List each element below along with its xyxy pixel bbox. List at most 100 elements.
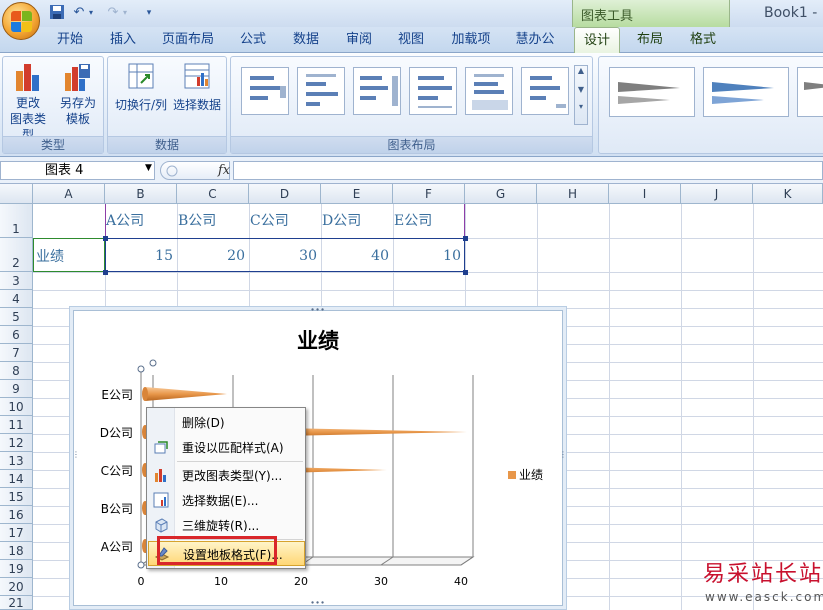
chart-resize-handle[interactable]: ∙∙∙ bbox=[310, 598, 325, 607]
3d-rotation-icon bbox=[153, 517, 169, 533]
chevron-down-icon[interactable]: ▼ bbox=[575, 85, 587, 94]
column-header-e[interactable]: E bbox=[321, 184, 393, 204]
row-header-10[interactable]: 10 bbox=[0, 398, 33, 416]
row-header-4[interactable]: 4 bbox=[0, 290, 33, 308]
select-data-button[interactable]: 选择数据 bbox=[170, 61, 224, 133]
tab-review[interactable]: 审阅 bbox=[336, 27, 382, 53]
row-header-11[interactable]: 11 bbox=[0, 416, 33, 434]
highlight-annotation-box bbox=[157, 536, 277, 565]
column-header-c[interactable]: C bbox=[177, 184, 249, 204]
chart-resize-handle[interactable]: ⋮ bbox=[559, 450, 567, 459]
row-header-15[interactable]: 15 bbox=[0, 488, 33, 506]
chart-style-thumbnail[interactable] bbox=[703, 67, 789, 117]
chart-tick-label: 30 bbox=[374, 575, 388, 588]
chevron-up-icon[interactable]: ▲ bbox=[575, 66, 587, 75]
row-header-8[interactable]: 8 bbox=[0, 362, 33, 380]
tab-chart-format[interactable]: 格式 bbox=[680, 27, 726, 53]
tab-huibangong[interactable]: 慧办公 bbox=[506, 27, 564, 53]
column-header-a[interactable]: A bbox=[33, 184, 105, 204]
more-icon[interactable]: ▾ bbox=[575, 102, 587, 111]
row-header-1[interactable]: 1 bbox=[0, 204, 33, 238]
tab-chart-layout[interactable]: 布局 bbox=[627, 27, 673, 53]
chart-style-thumbnail[interactable] bbox=[609, 67, 695, 117]
select-data-icon bbox=[184, 63, 210, 89]
tab-page-layout[interactable]: 页面布局 bbox=[152, 27, 224, 53]
undo-dropdown-icon[interactable]: ▾ bbox=[86, 4, 96, 22]
column-header-j[interactable]: J bbox=[681, 184, 753, 204]
row-header-2[interactable]: 2 bbox=[0, 238, 33, 272]
column-header-b[interactable]: B bbox=[105, 184, 177, 204]
change-chart-type-button[interactable]: 更改 图表类型 bbox=[5, 61, 51, 142]
tab-view[interactable]: 视图 bbox=[388, 27, 434, 53]
tab-data[interactable]: 数据 bbox=[283, 27, 329, 53]
chart-resize-handle[interactable]: ⋮ bbox=[72, 450, 80, 459]
select-all-corner[interactable] bbox=[0, 184, 33, 204]
row-header-9[interactable]: 9 bbox=[0, 380, 33, 398]
row-header-17[interactable]: 17 bbox=[0, 524, 33, 542]
menu-item-delete[interactable]: 删除(D) bbox=[148, 410, 305, 435]
name-box[interactable]: 图表 4 bbox=[0, 161, 155, 180]
row-header-13[interactable]: 13 bbox=[0, 452, 33, 470]
switch-row-column-button[interactable]: 切换行/列 bbox=[112, 61, 170, 133]
customize-quick-access-icon[interactable]: ▾ bbox=[143, 4, 155, 22]
save-icon[interactable] bbox=[48, 4, 66, 22]
redo-dropdown-icon[interactable]: ▾ bbox=[120, 4, 130, 22]
chart-layout-thumbnail[interactable] bbox=[297, 67, 345, 115]
column-header-h[interactable]: H bbox=[537, 184, 609, 204]
menu-item-change-chart-type[interactable]: 更改图表类型(Y)... bbox=[148, 463, 305, 488]
column-header-i[interactable]: I bbox=[609, 184, 681, 204]
column-header-g[interactable]: G bbox=[465, 184, 537, 204]
row-header-18[interactable]: 18 bbox=[0, 542, 33, 560]
menu-item-reset-style[interactable]: 重设以匹配样式(A) bbox=[148, 435, 305, 460]
tab-insert[interactable]: 插入 bbox=[100, 27, 146, 53]
legend-swatch-icon bbox=[508, 471, 516, 479]
layout-gallery-scroll[interactable]: ▲ ▼ ▾ bbox=[574, 65, 588, 125]
menu-item-select-data[interactable]: 选择数据(E)... bbox=[148, 488, 305, 513]
series-values-range bbox=[105, 238, 465, 272]
tab-home[interactable]: 开始 bbox=[46, 27, 94, 53]
row-header-12[interactable]: 12 bbox=[0, 434, 33, 452]
change-chart-type-label-1: 更改 bbox=[15, 96, 40, 110]
chart-layout-group: ▲ ▼ ▾ 图表布局 bbox=[230, 56, 593, 154]
tab-chart-design[interactable]: 设计 bbox=[574, 27, 620, 54]
chart-style-thumbnail[interactable] bbox=[797, 67, 823, 117]
change-chart-type-icon bbox=[16, 64, 39, 91]
range-handle[interactable] bbox=[463, 270, 468, 275]
menu-item-label: 选择数据(E)... bbox=[182, 494, 259, 508]
chart-layout-thumbnail[interactable] bbox=[409, 67, 457, 115]
row-header-19[interactable]: 19 bbox=[0, 560, 33, 578]
range-handle[interactable] bbox=[463, 236, 468, 241]
chart-cone-bar bbox=[145, 387, 227, 401]
row-header-14[interactable]: 14 bbox=[0, 470, 33, 488]
insert-function-icon[interactable]: fx bbox=[218, 163, 230, 178]
formula-input[interactable] bbox=[233, 161, 823, 180]
menu-item-3d-rotation[interactable]: 三维旋转(R)... bbox=[148, 513, 305, 538]
row-header-3[interactable]: 3 bbox=[0, 272, 33, 290]
range-handle[interactable] bbox=[103, 270, 108, 275]
chart-legend[interactable]: 业绩 bbox=[508, 466, 543, 483]
office-button[interactable] bbox=[2, 2, 40, 40]
row-header-7[interactable]: 7 bbox=[0, 344, 33, 362]
range-handle[interactable] bbox=[103, 236, 108, 241]
row-header-21[interactable]: 21 bbox=[0, 596, 33, 610]
column-header-k[interactable]: K bbox=[753, 184, 823, 204]
chart-layout-thumbnail[interactable] bbox=[353, 67, 401, 115]
chart-title[interactable]: 业绩 bbox=[74, 325, 562, 355]
name-box-dropdown-icon[interactable]: ▼ bbox=[145, 163, 152, 173]
row-header-16[interactable]: 16 bbox=[0, 506, 33, 524]
chart-layout-thumbnail[interactable] bbox=[465, 67, 513, 115]
tab-formulas[interactable]: 公式 bbox=[230, 27, 276, 53]
chart-tick-label: 40 bbox=[454, 575, 468, 588]
chart-layout-thumbnail[interactable] bbox=[521, 67, 569, 115]
row-header-6[interactable]: 6 bbox=[0, 326, 33, 344]
row-header-20[interactable]: 20 bbox=[0, 578, 33, 596]
chart-layout-thumbnail[interactable] bbox=[241, 67, 289, 115]
row-header-5[interactable]: 5 bbox=[0, 308, 33, 326]
column-header-d[interactable]: D bbox=[249, 184, 321, 204]
formula-bar: 图表 4 ▼ fx bbox=[0, 157, 823, 184]
column-header-f[interactable]: F bbox=[393, 184, 465, 204]
chart-resize-handle[interactable]: ∙∙∙ bbox=[310, 305, 325, 314]
chart-selection-handle bbox=[137, 365, 145, 373]
save-as-template-button[interactable]: 另存为 模板 bbox=[55, 61, 101, 133]
tab-addins[interactable]: 加载项 bbox=[442, 27, 500, 53]
